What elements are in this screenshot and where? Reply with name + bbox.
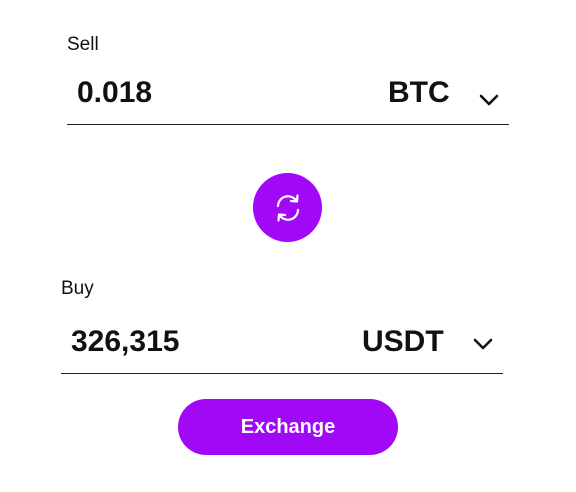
- swap-button[interactable]: [253, 173, 322, 242]
- sell-field: BTC: [67, 65, 509, 125]
- sell-label: Sell: [67, 34, 99, 55]
- buy-currency-code: USDT: [362, 325, 444, 358]
- sell-currency-code: BTC: [388, 76, 450, 109]
- chevron-down-icon[interactable]: [472, 333, 494, 355]
- sell-currency-select[interactable]: BTC: [388, 73, 450, 113]
- chevron-down-icon[interactable]: [478, 89, 500, 111]
- buy-amount-input[interactable]: [71, 322, 311, 362]
- buy-field: USDT: [61, 314, 503, 374]
- buy-label: Buy: [61, 278, 94, 299]
- sell-amount-input[interactable]: [77, 73, 317, 113]
- exchange-widget: Sell BTC Buy USDT Exchange: [0, 0, 576, 492]
- swap-arrows-icon: [276, 193, 299, 222]
- buy-currency-select[interactable]: USDT: [362, 322, 444, 362]
- exchange-button[interactable]: Exchange: [178, 399, 398, 455]
